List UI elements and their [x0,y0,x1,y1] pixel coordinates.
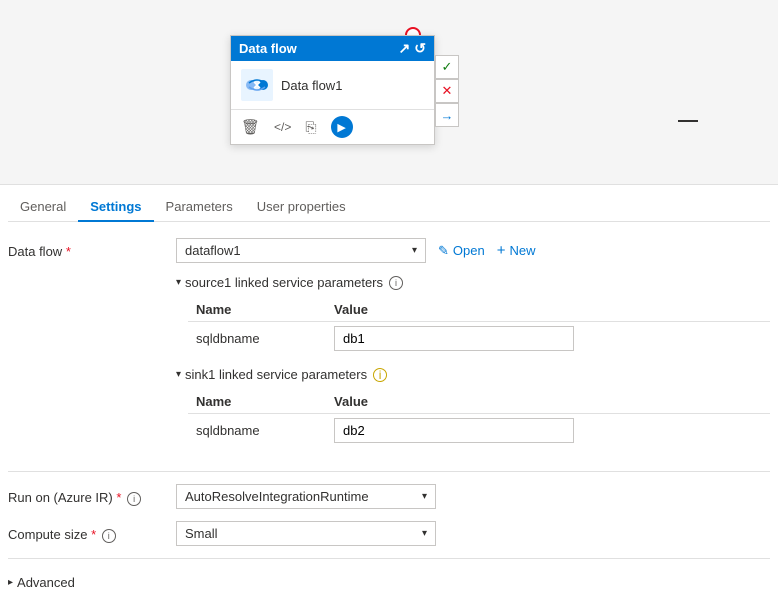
new-link[interactable]: + New [497,242,536,259]
section-divider-2 [8,558,770,559]
sink1-name-header: Name [188,390,326,414]
code-icon[interactable]: </> [274,120,291,134]
source1-params-section: ▾ source1 linked service parameters i Na… [176,275,770,355]
dataflow-required: * [66,244,71,259]
properties-panel: General Settings Parameters User propert… [0,185,778,598]
popup-body: Data flow1 [231,61,434,110]
sink1-value-header: Value [326,390,770,414]
sink1-params-section: ▾ sink1 linked service parameters i Name… [176,367,770,447]
dataflow-select[interactable]: dataflow1 ▾ [176,238,426,263]
source1-params-table: Name Value sqldbname [188,298,770,355]
compute-size-row: Compute size * i Small ▾ [8,521,770,546]
compute-size-chevron-icon: ▾ [422,528,427,539]
popup-title: Data flow [239,41,297,56]
source1-value-header: Value [326,298,770,322]
open-link[interactable]: ✎ Open [438,243,485,259]
dataflow-control: dataflow1 ▾ ✎ Open + New ▾ source1 linke… [176,238,770,459]
compute-size-info-icon[interactable]: i [102,529,116,543]
source1-name-cell: sqldbname [188,322,326,356]
run-on-chevron-icon: ▾ [422,491,427,502]
table-row: sqldbname [188,414,770,448]
dataflow-popup: Data flow ↗ ↺ Data flow1 🗑 </> ⎘ ▶ [230,35,435,145]
source1-value-cell [326,322,770,356]
source1-info-icon[interactable]: i [389,276,403,290]
run-on-row: Run on (Azure IR) * i AutoResolveIntegra… [8,484,770,509]
run-on-required: * [116,490,121,505]
popup-footer: 🗑 </> ⎘ ▶ [231,110,434,144]
popup-refresh-icon[interactable]: ↺ [414,40,426,57]
sink1-info-icon[interactable]: i [373,368,387,382]
sink1-value-input[interactable] [334,418,574,443]
run-icon[interactable]: ▶ [331,116,353,138]
copy-icon[interactable]: ⎘ [305,119,316,136]
popup-header-icons: ↗ ↺ [399,40,426,57]
advanced-chevron-icon: ▸ [8,577,13,588]
section-divider-1 [8,471,770,472]
side-actions: ✓ ✕ → [435,55,459,127]
canvas-area: Data flow ↗ ↺ Data flow1 🗑 </> ⎘ ▶ [0,0,778,185]
source1-name-header: Name [188,298,326,322]
source1-chevron-icon: ▾ [176,277,181,288]
source1-value-input[interactable] [334,326,574,351]
compute-size-required: * [91,527,96,542]
run-on-label: Run on (Azure IR) * i [8,484,168,506]
dataflow-row: Data flow * dataflow1 ▾ ✎ Open + New [8,238,770,459]
run-on-control: AutoResolveIntegrationRuntime ▾ [176,484,770,509]
close-action-btn[interactable]: ✕ [435,79,459,103]
sink1-value-cell [326,414,770,448]
plus-icon: + [497,242,506,259]
sink1-name-cell: sqldbname [188,414,326,448]
compute-size-label: Compute size * i [8,521,168,543]
table-row: sqldbname [188,322,770,356]
source1-params-header[interactable]: ▾ source1 linked service parameters i [176,275,770,290]
arrow-action-btn[interactable]: → [435,103,459,127]
tab-parameters[interactable]: Parameters [154,193,245,222]
tab-general[interactable]: General [8,193,78,222]
sink1-params-table: Name Value sqldbname [188,390,770,447]
tab-user-properties[interactable]: User properties [245,193,358,222]
sink1-chevron-icon: ▾ [176,369,181,380]
sink1-params-header[interactable]: ▾ sink1 linked service parameters i [176,367,770,382]
dataflow-node-icon [241,69,273,101]
delete-icon[interactable]: 🗑 [241,118,260,136]
popup-header: Data flow ↗ ↺ [231,36,434,61]
dash-separator [678,120,698,122]
compute-size-control: Small ▾ [176,521,770,546]
chevron-down-icon: ▾ [412,245,417,256]
advanced-row[interactable]: ▸ Advanced [8,571,770,594]
check-action-btn[interactable]: ✓ [435,55,459,79]
compute-size-select[interactable]: Small ▾ [176,521,436,546]
dataflow-label: Data flow * [8,238,168,259]
pencil-icon: ✎ [438,243,449,259]
advanced-label: Advanced [17,575,75,590]
popup-open-icon[interactable]: ↗ [399,40,411,57]
popup-node-label: Data flow1 [281,78,342,93]
run-on-select[interactable]: AutoResolveIntegrationRuntime ▾ [176,484,436,509]
dataflow-select-row: dataflow1 ▾ ✎ Open + New [176,238,770,263]
tabs-bar: General Settings Parameters User propert… [8,185,770,222]
run-on-info-icon[interactable]: i [127,492,141,506]
tab-settings[interactable]: Settings [78,193,153,222]
